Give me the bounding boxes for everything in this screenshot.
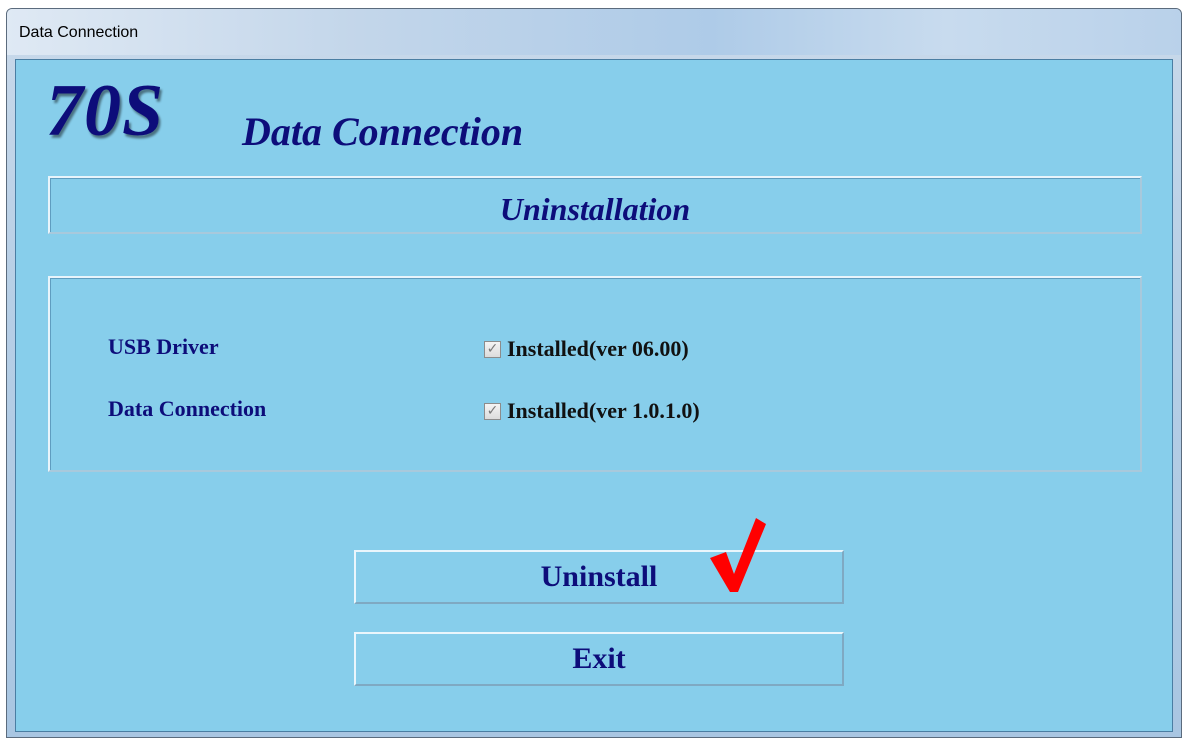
section-title: Uninstallation [499,191,691,227]
data-connection-checkbox[interactable]: ✓ [484,402,501,420]
uninstall-button[interactable]: Uninstall [354,550,844,604]
usb-driver-checkbox[interactable]: ✓ [484,340,501,358]
exit-button[interactable]: Exit [354,632,844,686]
data-connection-status: ✓ Installed(ver 1.0.1.0) [484,398,700,424]
usb-driver-status: ✓ Installed(ver 06.00) [484,336,689,362]
section-header: Uninstallation [48,176,1142,234]
usb-driver-label: USB Driver [108,334,219,359]
app-title: Data Connection [242,109,524,154]
usb-driver-status-text: Installed(ver 06.00) [507,336,689,361]
components-panel: USB Driver ✓ Installed(ver 06.00) Data C… [48,276,1142,472]
red-check-mark-icon [710,518,766,592]
window-title: Data Connection [19,24,139,41]
data-connection-status-text: Installed(ver 1.0.1.0) [507,398,700,423]
data-connection-label: Data Connection [108,396,267,421]
title-bar[interactable]: Data Connection [7,9,1181,55]
model-logo: 70S [46,70,165,152]
